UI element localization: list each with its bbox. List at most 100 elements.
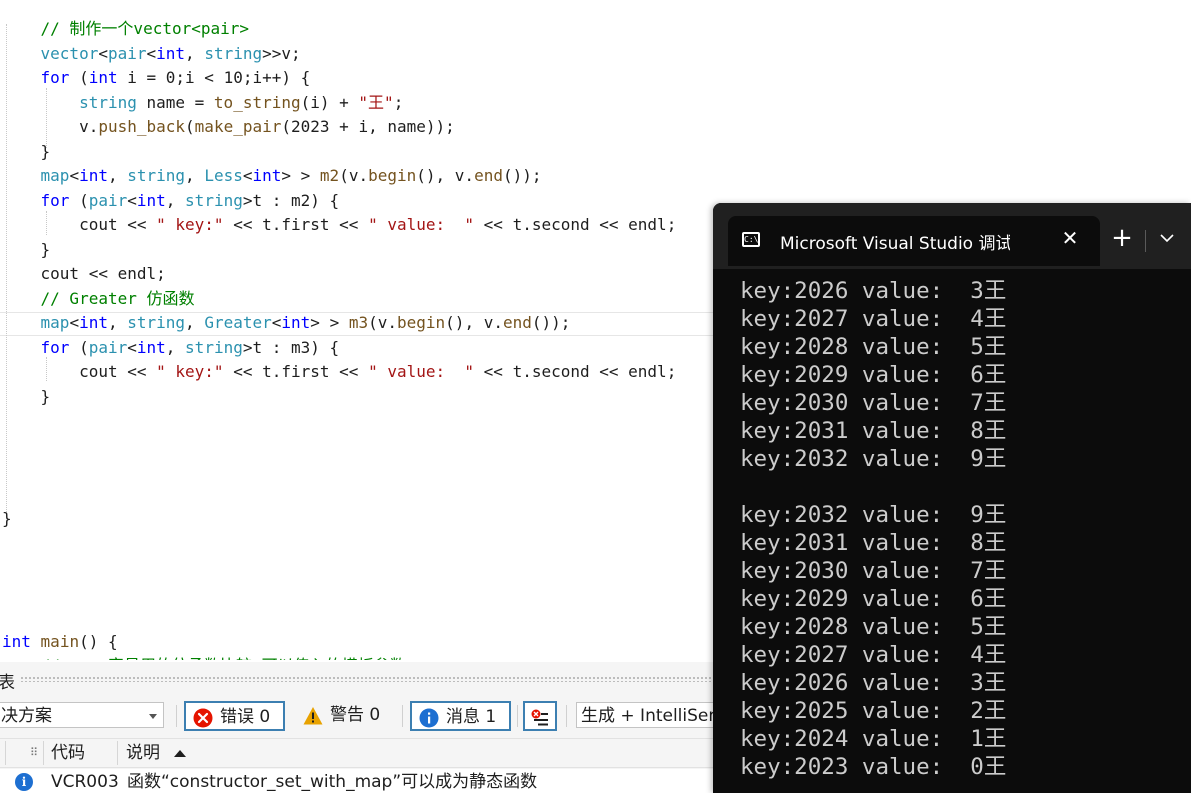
toolbar-divider	[176, 705, 177, 727]
errors-filter-label: 错误 0	[220, 707, 271, 727]
warning-icon	[303, 707, 323, 725]
sort-up-icon	[174, 750, 186, 757]
toolbar-divider	[517, 705, 518, 727]
info-icon	[419, 708, 439, 728]
code-token: string	[185, 190, 243, 210]
code-token: <	[127, 337, 137, 357]
code-token: (v.	[368, 313, 397, 332]
code-token: }	[2, 141, 51, 161]
code-token: int	[281, 313, 311, 332]
code-token: string	[127, 313, 186, 332]
messages-filter-button[interactable]: 消息 1	[410, 701, 511, 731]
code-token: " value: "	[368, 215, 475, 234]
code-token: int	[79, 313, 108, 332]
code-token: // ... 容易用的仿函数比较 可以传入的模板参数	[2, 656, 406, 660]
code-line: }	[2, 238, 51, 262]
code-token: cout <<	[2, 362, 157, 381]
code-token: string	[127, 166, 186, 185]
code-token: int	[2, 631, 31, 651]
code-line: cout << " key:" << t.first << " value: "…	[2, 360, 676, 384]
column-header-code[interactable]: 代码	[51, 739, 85, 767]
code-token: " value: "	[368, 362, 475, 381]
code-token: int	[136, 337, 166, 357]
code-token: (), v.	[445, 313, 503, 332]
code-line: }	[2, 507, 12, 531]
code-line: cout << " key:" << t.first << " value: "…	[2, 213, 676, 237]
terminal-tab[interactable]: C:\ Microsoft Visual Studio 调试控制台 ✕	[728, 216, 1100, 266]
terminal-tab-title: Microsoft Visual Studio 调试控制台	[780, 234, 1010, 254]
terminal-output[interactable]: key:2026 value: 3王 key:2027 value: 4王 key:…	[713, 269, 1191, 793]
code-token: pair	[88, 337, 128, 357]
scope-dropdown[interactable]: 决方案	[0, 702, 164, 728]
code-token: (), v.	[416, 166, 475, 185]
code-line: }	[2, 140, 51, 164]
code-token: for	[40, 68, 70, 87]
code-line: }	[2, 385, 51, 409]
code-line: map<int, string, Greater<int> > m3(v.beg…	[2, 311, 571, 335]
code-line: // Greater 仿函数	[2, 287, 195, 311]
code-token: (i) +	[300, 92, 359, 112]
console-line: key:2029 value: 6王	[740, 586, 1007, 612]
code-line: v.push_back(make_pair(2023 + i, name));	[2, 115, 455, 139]
panel-grip[interactable]	[20, 676, 715, 682]
code-token: int	[88, 68, 118, 87]
filter-icon	[531, 709, 548, 726]
messages-filter-label: 消息 1	[446, 707, 497, 727]
column-divider	[117, 741, 118, 765]
code-token: for	[40, 337, 70, 357]
code-token: (	[185, 117, 195, 136]
code-token: string	[79, 92, 137, 112]
code-token: // Greater 仿函数	[2, 288, 195, 308]
console-line: key:2031 value: 8王	[740, 530, 1007, 556]
code-token: ,	[185, 43, 205, 63]
code-token: for	[40, 190, 70, 210]
code-token: (v.	[339, 166, 369, 185]
code-token: }	[2, 509, 12, 528]
code-token: ());	[502, 166, 542, 185]
build-source-dropdown[interactable]: 生成 + IntelliSense	[576, 702, 736, 728]
code-line: for (pair<int, string>t : m3) {	[2, 336, 340, 360]
message-description: 函数“constructor_set_with_map”可以成为静态函数	[127, 772, 538, 792]
column-header-description[interactable]: 说明	[126, 739, 160, 767]
terminal-titlebar[interactable]: C:\ Microsoft Visual Studio 调试控制台 ✕ +	[713, 203, 1191, 269]
debug-console-window[interactable]: C:\ Microsoft Visual Studio 调试控制台 ✕ + ke…	[713, 203, 1191, 793]
code-token: m2	[319, 166, 340, 185]
column-divider	[5, 741, 6, 765]
code-token: string	[185, 337, 243, 357]
warnings-filter-label: 警告 0	[330, 705, 381, 725]
code-token: <	[69, 166, 80, 185]
plus-icon[interactable]: +	[1107, 224, 1137, 254]
console-line: key:2026 value: 3王	[740, 670, 1007, 696]
code-token: end	[474, 166, 503, 185]
code-token: vector	[40, 43, 99, 63]
code-line: string name = to_string(i) + "王";	[2, 91, 403, 115]
code-token: ;	[393, 92, 404, 112]
console-line: key:2026 value: 3王	[740, 278, 1007, 304]
warnings-filter-button[interactable]: 警告 0	[296, 701, 396, 731]
code-token: int	[156, 43, 186, 63]
new-tab-dropdown[interactable]	[1153, 224, 1183, 254]
code-line: vector<pair<int, string>>v;	[2, 42, 301, 66]
console-line: key:2027 value: 4王	[740, 642, 1007, 668]
code-token: m3	[348, 313, 369, 332]
chevron-down-icon	[149, 714, 157, 719]
code-token: pair	[88, 190, 128, 210]
error-icon	[193, 708, 213, 728]
code-token: main	[40, 631, 80, 651]
filter-toggle-button[interactable]	[523, 701, 557, 731]
close-icon[interactable]: ✕	[1056, 224, 1084, 252]
code-token: name =	[136, 92, 214, 112]
code-token: () {	[79, 631, 118, 651]
code-token: (2023 + i, name));	[281, 117, 455, 136]
code-token: end	[502, 313, 532, 332]
code-token: <	[98, 43, 108, 63]
chevron-down-icon	[1160, 234, 1174, 243]
errors-filter-button[interactable]: 错误 0	[184, 701, 285, 731]
code-token: to_string	[213, 92, 301, 112]
code-token: make_pair	[194, 117, 282, 136]
